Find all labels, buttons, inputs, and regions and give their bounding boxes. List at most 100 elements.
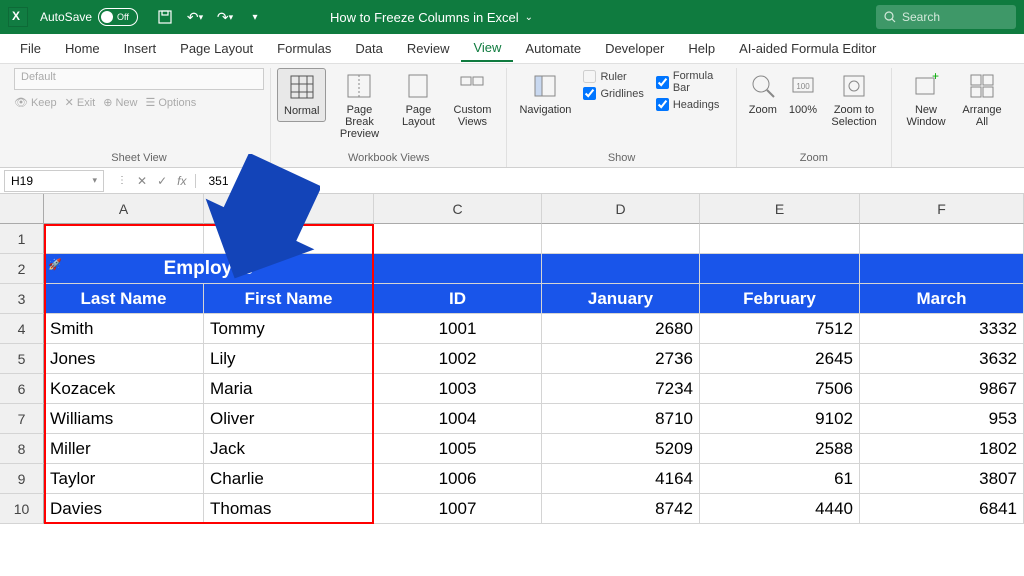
tab-page-layout[interactable]: Page Layout [168, 36, 265, 61]
cell[interactable]: 7506 [700, 374, 860, 404]
cell-header[interactable]: January [542, 284, 700, 314]
view-normal-button[interactable]: Normal [277, 68, 326, 122]
cell[interactable] [204, 224, 374, 254]
cell[interactable]: 9102 [700, 404, 860, 434]
cell[interactable] [860, 224, 1024, 254]
cell[interactable]: 2588 [700, 434, 860, 464]
cell[interactable]: Jack [204, 434, 374, 464]
cell[interactable]: Smith [44, 314, 204, 344]
cancel-icon[interactable]: ✕ [134, 174, 150, 188]
cell[interactable]: 1001 [374, 314, 542, 344]
tab-review[interactable]: Review [395, 36, 462, 61]
new-window-button[interactable]: +New Window [898, 68, 954, 132]
cell-header[interactable]: March [860, 284, 1024, 314]
col-header[interactable]: D [542, 194, 700, 224]
cell[interactable]: 3332 [860, 314, 1024, 344]
accept-icon[interactable]: ✓ [154, 174, 170, 188]
tab-file[interactable]: File [8, 36, 53, 61]
cell[interactable]: 2645 [700, 344, 860, 374]
cell[interactable] [700, 224, 860, 254]
formula-input[interactable]: 351 [202, 174, 228, 188]
cell-header[interactable]: February [700, 284, 860, 314]
cell[interactable]: Charlie [204, 464, 374, 494]
cell[interactable]: Maria [204, 374, 374, 404]
cell[interactable]: 1802 [860, 434, 1024, 464]
tab-view[interactable]: View [461, 35, 513, 62]
col-header[interactable]: E [700, 194, 860, 224]
cell[interactable]: 61 [700, 464, 860, 494]
tab-help[interactable]: Help [676, 36, 727, 61]
cell-header[interactable]: ID [374, 284, 542, 314]
col-header[interactable]: B [204, 194, 374, 224]
zoom-selection-button[interactable]: Zoom to Selection [823, 68, 885, 132]
cell[interactable] [542, 224, 700, 254]
qat-dropdown-icon[interactable]: ▾ [244, 6, 266, 28]
cell[interactable] [700, 254, 860, 284]
cell-header[interactable]: First Name [204, 284, 374, 314]
arrange-all-button[interactable]: Arrange All [954, 68, 1010, 132]
cell[interactable]: 6841 [860, 494, 1024, 524]
autosave-toggle[interactable]: AutoSave Off [40, 8, 138, 26]
cell[interactable]: 1004 [374, 404, 542, 434]
cell[interactable] [860, 254, 1024, 284]
spreadsheet-grid[interactable]: 1 2 3 4 5 6 7 8 9 10 A B C D E F 🚀Employ… [0, 194, 1024, 524]
col-header[interactable]: F [860, 194, 1024, 224]
document-title[interactable]: How to Freeze Columns in Excel ⌄ [330, 10, 533, 25]
cell[interactable] [542, 254, 700, 284]
tab-data[interactable]: Data [343, 36, 394, 61]
cell[interactable]: 4440 [700, 494, 860, 524]
cell[interactable] [374, 254, 542, 284]
cell[interactable]: 3632 [860, 344, 1024, 374]
row-header[interactable]: 3 [0, 284, 44, 314]
cell[interactable]: 953 [860, 404, 1024, 434]
zoom-button[interactable]: Zoom [743, 68, 783, 120]
col-header[interactable]: C [374, 194, 542, 224]
save-icon[interactable] [154, 6, 176, 28]
row-header[interactable]: 10 [0, 494, 44, 524]
cell[interactable]: 2680 [542, 314, 700, 344]
cell[interactable]: 3807 [860, 464, 1024, 494]
row-header[interactable]: 9 [0, 464, 44, 494]
cell[interactable]: Tommy [204, 314, 374, 344]
cell[interactable] [374, 224, 542, 254]
formula-bar-checkbox[interactable]: Formula Bar [656, 70, 724, 94]
fx-icon[interactable]: fx [174, 174, 189, 188]
row-header[interactable]: 8 [0, 434, 44, 464]
row-header[interactable]: 4 [0, 314, 44, 344]
cell[interactable]: Oliver [204, 404, 374, 434]
cell[interactable] [44, 224, 204, 254]
cell[interactable]: Davies [44, 494, 204, 524]
cell[interactable]: Miller [44, 434, 204, 464]
tab-home[interactable]: Home [53, 36, 112, 61]
cell[interactable]: 7234 [542, 374, 700, 404]
undo-icon[interactable]: ↶▾ [184, 6, 206, 28]
gridlines-checkbox[interactable]: Gridlines [583, 87, 643, 100]
row-header[interactable]: 7 [0, 404, 44, 434]
cell[interactable]: 2736 [542, 344, 700, 374]
cell[interactable]: Thomas [204, 494, 374, 524]
cell[interactable]: Williams [44, 404, 204, 434]
row-header[interactable]: 2 [0, 254, 44, 284]
zoom-100-button[interactable]: 100100% [783, 68, 823, 120]
col-header[interactable]: A [44, 194, 204, 224]
cell[interactable]: 1006 [374, 464, 542, 494]
row-header[interactable]: 5 [0, 344, 44, 374]
tab-insert[interactable]: Insert [112, 36, 169, 61]
tab-developer[interactable]: Developer [593, 36, 676, 61]
cell[interactable]: Kozacek [44, 374, 204, 404]
dropdown-icon[interactable]: ⋮ [114, 175, 130, 186]
name-box[interactable]: H19▾ [4, 170, 104, 192]
redo-icon[interactable]: ↷▾ [214, 6, 236, 28]
cell[interactable]: 1007 [374, 494, 542, 524]
row-header[interactable]: 1 [0, 224, 44, 254]
cell[interactable]: 7512 [700, 314, 860, 344]
cell[interactable]: Lily [204, 344, 374, 374]
tab-automate[interactable]: Automate [513, 36, 593, 61]
view-custom-views-button[interactable]: Custom Views [444, 68, 500, 132]
tab-ai-editor[interactable]: AI-aided Formula Editor [727, 36, 888, 61]
navigation-button[interactable]: Navigation [513, 68, 577, 120]
search-input[interactable]: Search [876, 5, 1016, 29]
cell[interactable]: 1005 [374, 434, 542, 464]
cell[interactable]: 8742 [542, 494, 700, 524]
headings-checkbox[interactable]: Headings [656, 98, 724, 111]
